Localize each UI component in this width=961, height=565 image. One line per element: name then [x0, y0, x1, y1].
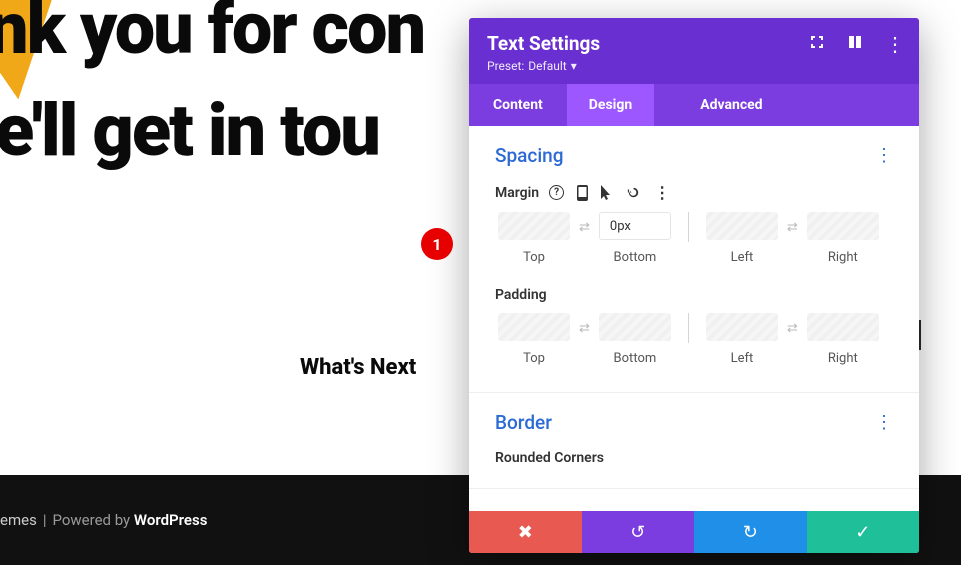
margin-bottom-label: Bottom [614, 250, 657, 265]
spacing-title[interactable]: Spacing [495, 144, 564, 167]
border-more-icon[interactable]: ⋮ [875, 412, 893, 433]
link-icon[interactable]: ⇄ [787, 321, 798, 336]
margin-left-input[interactable] [706, 212, 778, 240]
padding-bottom-input[interactable] [599, 313, 671, 341]
panel-footer: ✖ ↺ ↻ ✓ [469, 511, 919, 553]
padding-top-input[interactable] [498, 313, 570, 341]
hero-heading-line2: 'e'll get in tou [0, 90, 379, 173]
check-icon: ✓ [855, 522, 870, 543]
margin-right-label: Right [828, 250, 858, 265]
undo-icon: ↺ [630, 522, 645, 543]
padding-top-label: Top [523, 351, 545, 366]
padding-right-label: Right [828, 351, 858, 366]
margin-right-input[interactable] [807, 212, 879, 240]
caret-down-icon: ▾ [571, 59, 577, 73]
footer-wordpress-link[interactable]: WordPress [134, 511, 208, 529]
rounded-corners-label: Rounded Corners [495, 450, 604, 466]
columns-icon[interactable] [847, 34, 863, 54]
preset-dropdown[interactable]: Preset: Default ▾ [487, 59, 577, 73]
panel-tabs: Content Design Advanced [469, 84, 919, 126]
close-icon: ✖ [518, 522, 533, 543]
padding-bottom-label: Bottom [614, 351, 657, 366]
padding-left-input[interactable] [706, 313, 778, 341]
annotation-badge-1: 1 [421, 228, 453, 260]
text-settings-panel: Text Settings Preset: Default ▾ ⋮ Conten… [469, 18, 919, 553]
whats-next-heading: What's Next [300, 355, 416, 380]
tab-advanced[interactable]: Advanced [678, 84, 784, 126]
field-more-icon[interactable]: ⋮ [654, 183, 670, 202]
padding-right-input[interactable] [807, 313, 879, 341]
border-title[interactable]: Border [495, 411, 552, 434]
spacing-more-icon[interactable]: ⋮ [875, 145, 893, 166]
margin-field-icons: ? ⋮ [549, 183, 670, 202]
link-icon[interactable]: ⇄ [579, 321, 590, 336]
panel-header-actions: ⋮ [809, 34, 905, 54]
save-button[interactable]: ✓ [807, 511, 920, 553]
padding-label: Padding [495, 287, 547, 303]
panel-body: Spacing ⋮ Margin ? ⋮ [469, 126, 919, 511]
vertical-divider [688, 212, 689, 242]
margin-label: Margin [495, 185, 539, 201]
footer-separator: | [43, 511, 47, 529]
vertical-divider [688, 313, 689, 343]
expand-icon[interactable] [809, 34, 825, 54]
mobile-icon[interactable] [577, 185, 588, 201]
padding-left-label: Left [731, 351, 754, 366]
margin-field: Margin ? ⋮ Top ⇄ [495, 183, 893, 265]
border-section: Border ⋮ Rounded Corners [469, 393, 919, 489]
footer-powered-text: Powered by [52, 511, 130, 529]
more-icon[interactable]: ⋮ [885, 34, 905, 54]
link-icon[interactable]: ⇄ [787, 220, 798, 235]
footer-themes-link[interactable]: emes [0, 511, 37, 529]
panel-header: Text Settings Preset: Default ▾ ⋮ [469, 18, 919, 84]
redo-icon: ↻ [743, 522, 758, 543]
hero-heading-line1: nk you for con [0, 0, 424, 71]
reset-icon[interactable] [626, 185, 641, 200]
cancel-button[interactable]: ✖ [469, 511, 582, 553]
link-icon[interactable]: ⇄ [579, 220, 590, 235]
padding-field: Padding Top ⇄ Bottom [495, 287, 893, 366]
tab-design[interactable]: Design [567, 84, 654, 126]
margin-left-label: Left [731, 250, 754, 265]
tab-content[interactable]: Content [469, 84, 567, 126]
spacing-section: Spacing ⋮ Margin ? ⋮ [469, 126, 919, 393]
margin-top-label: Top [523, 250, 545, 265]
undo-button[interactable]: ↺ [582, 511, 695, 553]
margin-top-input[interactable] [498, 212, 570, 240]
help-icon[interactable]: ? [549, 185, 564, 200]
redo-button[interactable]: ↻ [694, 511, 807, 553]
margin-bottom-input[interactable] [599, 212, 671, 240]
cursor-icon[interactable] [601, 185, 613, 201]
